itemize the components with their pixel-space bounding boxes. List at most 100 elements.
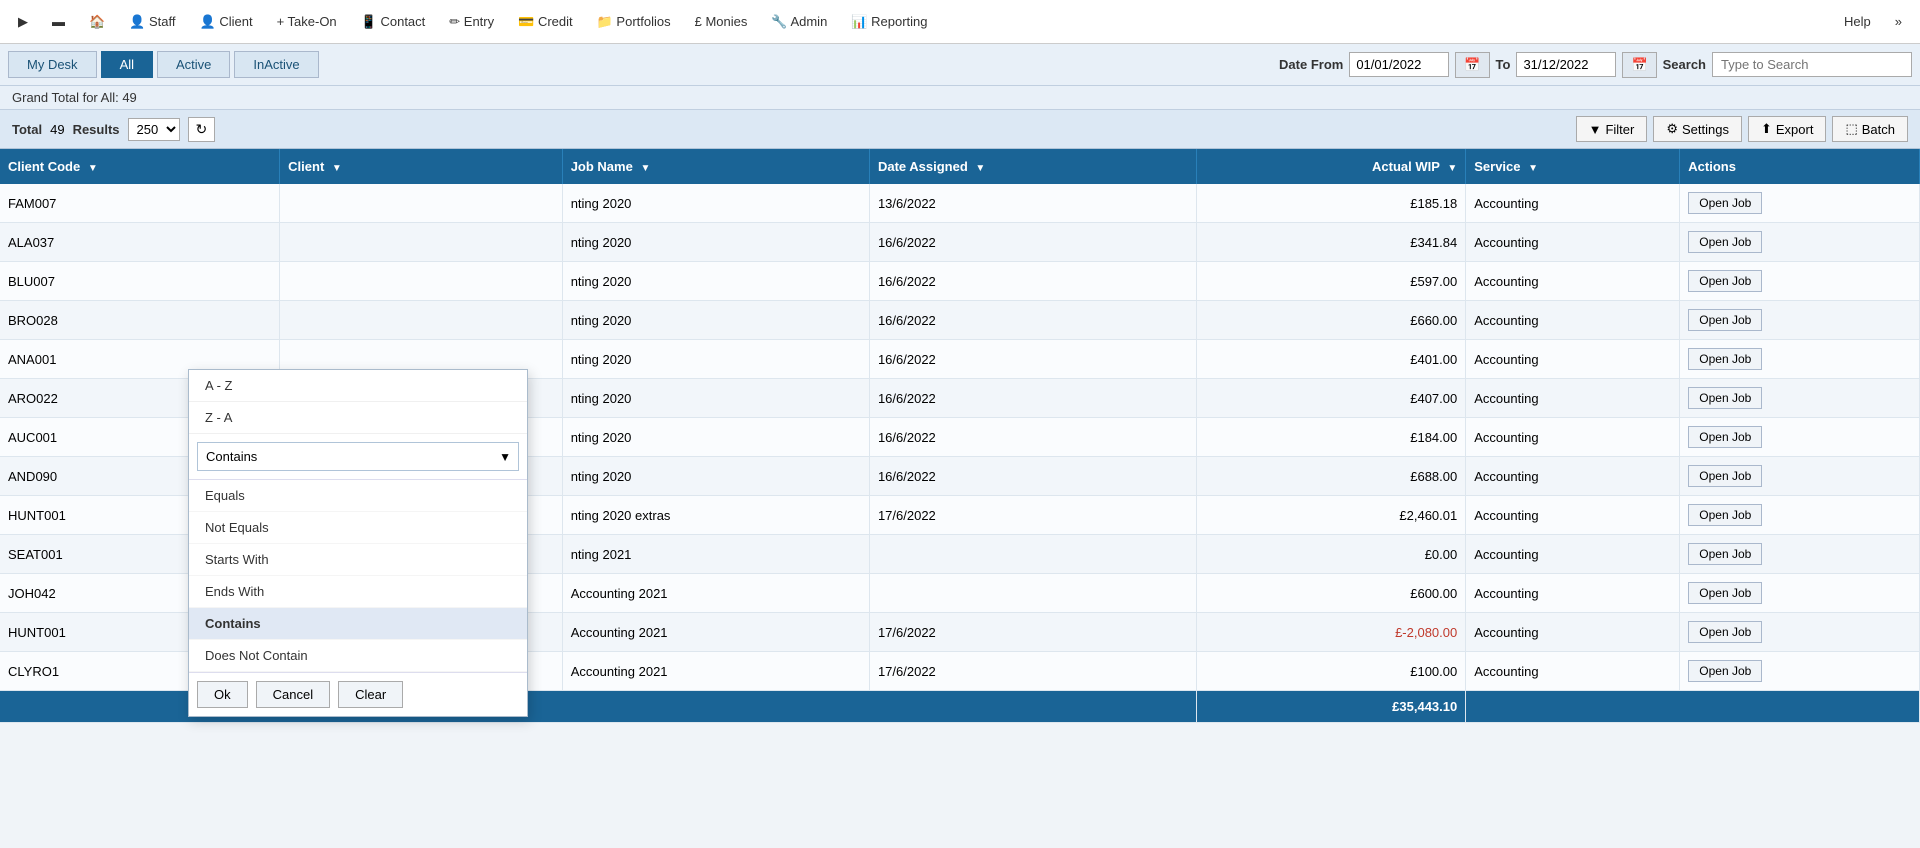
cell-job-name: nting 2020 xyxy=(562,340,869,379)
cell-job-name: Accounting 2021 xyxy=(562,613,869,652)
filter-option[interactable]: Starts With xyxy=(189,544,527,576)
cell-service: Accounting xyxy=(1466,418,1680,457)
open-job-button[interactable]: Open Job xyxy=(1688,387,1762,409)
open-job-button[interactable]: Open Job xyxy=(1688,660,1762,682)
tab-inactive[interactable]: InActive xyxy=(234,51,318,78)
filter-option[interactable]: Equals xyxy=(189,480,527,512)
filter-cancel-button[interactable]: Cancel xyxy=(256,681,330,708)
cell-actions: Open Job xyxy=(1680,340,1920,379)
batch-button[interactable]: ⬚ Batch xyxy=(1832,116,1908,142)
col-actual-wip[interactable]: Actual WIP ▼ xyxy=(1197,149,1466,184)
nav-reporting[interactable]: 📊 Reporting xyxy=(841,8,937,36)
nav-home[interactable]: 🏠 xyxy=(79,8,115,36)
cell-date-assigned: 16/6/2022 xyxy=(869,418,1196,457)
cell-job-name: nting 2021 xyxy=(562,535,869,574)
nav-staff[interactable]: 👤 👤 StaffStaff xyxy=(119,8,185,36)
cell-job-name: Accounting 2021 xyxy=(562,574,869,613)
cell-actual-wip: £341.84 xyxy=(1197,223,1466,262)
refresh-button[interactable]: ↻ xyxy=(188,117,216,142)
cell-actual-wip: £184.00 xyxy=(1197,418,1466,457)
cell-date-assigned: 17/6/2022 xyxy=(869,652,1196,691)
date-from-label: Date From xyxy=(1279,57,1343,72)
cell-client xyxy=(280,262,563,301)
nav-help[interactable]: Help xyxy=(1834,8,1881,35)
nav-portfolios[interactable]: 📁 Portfolios xyxy=(587,8,681,36)
open-job-button[interactable]: Open Job xyxy=(1688,231,1762,253)
cell-service: Accounting xyxy=(1466,457,1680,496)
col-client[interactable]: Client ▼ xyxy=(280,149,563,184)
tab-my-desk[interactable]: My Desk xyxy=(8,51,97,78)
col-job-name[interactable]: Job Name ▼ xyxy=(562,149,869,184)
date-from-input[interactable] xyxy=(1349,52,1449,77)
nav-arrow[interactable]: ▶ xyxy=(8,8,38,36)
nav-menu[interactable]: ▬ xyxy=(42,8,75,35)
filter-option[interactable]: Not Equals xyxy=(189,512,527,544)
cell-date-assigned: 13/6/2022 xyxy=(869,184,1196,223)
total-wip-cell: £35,443.10 xyxy=(1197,691,1466,723)
cell-client xyxy=(280,223,563,262)
nav-takeon[interactable]: + Take-On xyxy=(267,8,347,35)
cell-actual-wip: £401.00 xyxy=(1197,340,1466,379)
col-client-code[interactable]: Client Code ▼ xyxy=(0,149,280,184)
date-from-calendar[interactable]: 📅 xyxy=(1455,52,1489,78)
nav-entry[interactable]: ✏ Entry xyxy=(439,8,504,36)
filter-button[interactable]: ▼ Filter xyxy=(1576,116,1648,142)
date-to-input[interactable] xyxy=(1516,52,1616,77)
nav-contact[interactable]: 📱 Contact xyxy=(351,8,436,36)
tab-all[interactable]: All xyxy=(101,51,153,78)
results-select[interactable]: 250 100 500 xyxy=(128,118,180,141)
cell-job-name: nting 2020 xyxy=(562,301,869,340)
tab-active[interactable]: Active xyxy=(157,51,230,78)
total-label: Total xyxy=(12,122,42,137)
open-job-button[interactable]: Open Job xyxy=(1688,270,1762,292)
open-job-button[interactable]: Open Job xyxy=(1688,504,1762,526)
filter-option[interactable]: Does Not Contain xyxy=(189,640,527,672)
open-job-button[interactable]: Open Job xyxy=(1688,543,1762,565)
nav-admin[interactable]: 🔧 Admin xyxy=(761,8,837,36)
filter-clear-button[interactable]: Clear xyxy=(338,681,403,708)
open-job-button[interactable]: Open Job xyxy=(1688,582,1762,604)
open-job-button[interactable]: Open Job xyxy=(1688,465,1762,487)
cell-client xyxy=(280,301,563,340)
cell-actual-wip: £2,460.01 xyxy=(1197,496,1466,535)
filter-ok-button[interactable]: Ok xyxy=(197,681,248,708)
open-job-button[interactable]: Open Job xyxy=(1688,309,1762,331)
cell-job-name: nting 2020 xyxy=(562,418,869,457)
nav-monies[interactable]: £ Monies xyxy=(685,8,758,35)
cell-date-assigned: 16/6/2022 xyxy=(869,457,1196,496)
export-button[interactable]: ⬆ Export xyxy=(1748,116,1826,142)
col-service[interactable]: Service ▼ xyxy=(1466,149,1680,184)
open-job-button[interactable]: Open Job xyxy=(1688,192,1762,214)
settings-icon: ⚙ xyxy=(1666,121,1678,137)
cell-actual-wip: £407.00 xyxy=(1197,379,1466,418)
cell-service: Accounting xyxy=(1466,535,1680,574)
cell-actions: Open Job xyxy=(1680,535,1920,574)
cell-actual-wip: £0.00 xyxy=(1197,535,1466,574)
cell-job-name: nting 2020 xyxy=(562,457,869,496)
cell-client-code: BRO028 xyxy=(0,301,280,340)
settings-button[interactable]: ⚙ Settings xyxy=(1653,116,1742,142)
total-count: 49 xyxy=(50,122,64,137)
open-job-button[interactable]: Open Job xyxy=(1688,348,1762,370)
nav-client[interactable]: 👤 Client xyxy=(190,8,263,36)
date-to-calendar[interactable]: 📅 xyxy=(1622,52,1656,78)
filter-option[interactable]: Ends With xyxy=(189,576,527,608)
grand-total-text: Grand Total for All: 49 xyxy=(12,90,137,105)
top-nav: ▶ ▬ 🏠 👤 👤 StaffStaff 👤 Client + Take-On … xyxy=(0,0,1920,44)
sort-az[interactable]: A - Z xyxy=(189,370,527,402)
col-date-assigned[interactable]: Date Assigned ▼ xyxy=(869,149,1196,184)
cell-actions: Open Job xyxy=(1680,457,1920,496)
nav-more[interactable]: » xyxy=(1885,8,1912,35)
search-input[interactable] xyxy=(1712,52,1912,77)
cell-actions: Open Job xyxy=(1680,496,1920,535)
filter-select-wrap: EqualsNot EqualsStarts WithEnds WithCont… xyxy=(189,434,527,480)
filter-option[interactable]: Contains xyxy=(189,608,527,640)
sort-za[interactable]: Z - A xyxy=(189,402,527,434)
filter-condition-select[interactable]: EqualsNot EqualsStarts WithEnds WithCont… xyxy=(197,442,519,471)
cell-service: Accounting xyxy=(1466,652,1680,691)
cell-job-name: nting 2020 xyxy=(562,262,869,301)
nav-credit[interactable]: 💳 Credit xyxy=(508,8,582,36)
filter-options-list: EqualsNot EqualsStarts WithEnds WithCont… xyxy=(189,480,527,672)
open-job-button[interactable]: Open Job xyxy=(1688,426,1762,448)
open-job-button[interactable]: Open Job xyxy=(1688,621,1762,643)
